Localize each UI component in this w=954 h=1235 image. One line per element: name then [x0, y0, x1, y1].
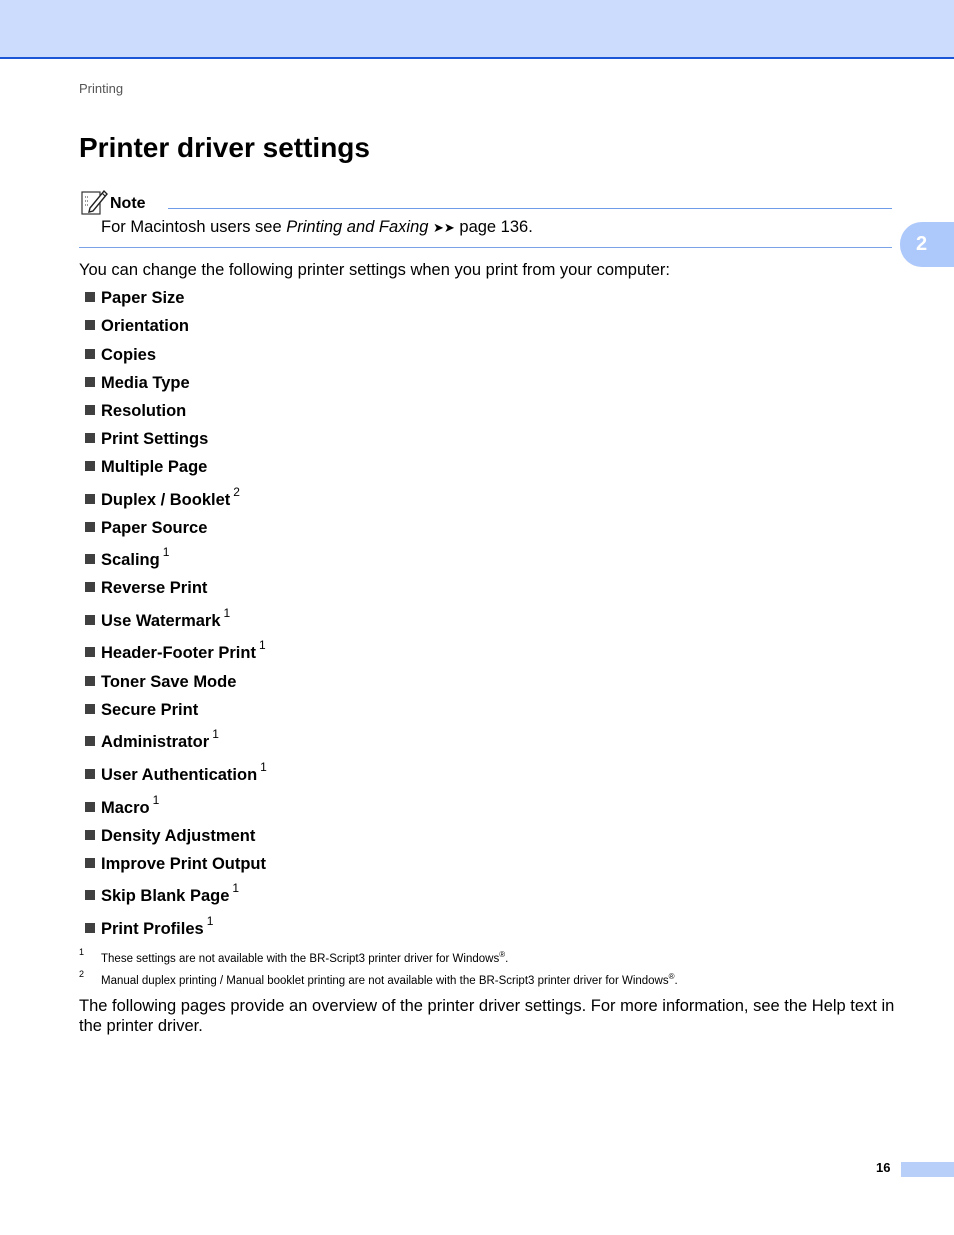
settings-list-item: Paper Source — [85, 519, 207, 538]
square-bullet-icon — [85, 433, 95, 443]
settings-list-item: Print Profiles 1 — [85, 915, 213, 939]
footnote-ref[interactable]: 1 — [224, 606, 231, 620]
footnote-ref[interactable]: 1 — [163, 545, 170, 559]
settings-list-item: Secure Print — [85, 701, 198, 720]
settings-list-item: Density Adjustment — [85, 827, 255, 846]
settings-list-item: Resolution — [85, 402, 186, 421]
note-label: Note — [110, 195, 146, 212]
page-number: 16 — [876, 1160, 891, 1175]
square-bullet-icon — [85, 858, 95, 868]
setting-label: Secure Print — [101, 701, 199, 719]
footnote-number: 2 — [79, 969, 85, 979]
square-bullet-icon — [85, 676, 95, 686]
settings-list-item: Improve Print Output — [85, 855, 266, 874]
chapter-tab: 2 — [900, 222, 954, 267]
footnote-ref[interactable]: 1 — [259, 638, 266, 652]
footnote-text: Manual duplex printing / Manual booklet … — [101, 972, 678, 987]
settings-list-item: Reverse Print — [85, 579, 207, 598]
settings-list-item: Orientation — [85, 317, 189, 336]
setting-label: Media Type — [101, 374, 190, 392]
settings-list-item: Multiple Page — [85, 458, 207, 477]
setting-label: Improve Print Output — [101, 855, 266, 873]
setting-label: Scaling — [101, 551, 160, 569]
setting-label: Duplex / Booklet — [101, 491, 231, 509]
square-bullet-icon — [85, 522, 95, 532]
setting-label: Resolution — [101, 402, 187, 420]
square-bullet-icon — [85, 802, 95, 812]
double-arrow-icon: ➤➤ — [433, 220, 455, 235]
setting-label: Density Adjustment — [101, 827, 256, 845]
registered-mark: ® — [668, 972, 675, 981]
setting-label: Print Profiles — [101, 920, 204, 938]
setting-label: Paper Size — [101, 289, 185, 307]
outro-paragraph: The following pages provide an overview … — [79, 997, 895, 1035]
note-link-printing-and-faxing[interactable]: Printing and Faxing — [286, 218, 428, 236]
settings-list-item: Skip Blank Page 1 — [85, 882, 239, 906]
settings-list-item: Header-Footer Print 1 — [85, 639, 266, 663]
square-bullet-icon — [85, 615, 95, 625]
square-bullet-icon — [85, 769, 95, 779]
note-pencil-icon — [81, 189, 108, 215]
intro-paragraph: You can change the following printer set… — [79, 261, 670, 279]
setting-label: Print Settings — [101, 430, 209, 448]
footnote-ref[interactable]: 2 — [233, 485, 240, 499]
square-bullet-icon — [85, 582, 95, 592]
registered-mark: ® — [499, 950, 506, 959]
running-head: Printing — [79, 81, 124, 96]
settings-list-item: User Authentication 1 — [85, 761, 267, 785]
setting-label: User Authentication — [101, 766, 258, 784]
setting-label: Header-Footer Print — [101, 644, 256, 662]
square-bullet-icon — [85, 405, 95, 415]
square-bullet-icon — [85, 704, 95, 714]
settings-list-item: Copies — [85, 346, 156, 365]
footnote-ref[interactable]: 1 — [232, 881, 239, 895]
note-page-ref: page 136. — [454, 218, 533, 236]
square-bullet-icon — [85, 736, 95, 746]
note-rule-top — [168, 208, 892, 209]
footer-band — [901, 1162, 954, 1177]
square-bullet-icon — [85, 494, 95, 504]
square-bullet-icon — [85, 320, 95, 330]
note-rule-bottom — [79, 247, 892, 248]
settings-list-item: Scaling 1 — [85, 546, 169, 570]
square-bullet-icon — [85, 377, 95, 387]
footnote-ref[interactable]: 1 — [207, 914, 214, 928]
square-bullet-icon — [85, 461, 95, 471]
settings-list-item: Paper Size — [85, 289, 184, 308]
setting-label: Use Watermark — [101, 612, 221, 630]
setting-label: Copies — [101, 346, 157, 364]
setting-label: Paper Source — [101, 519, 208, 537]
settings-list-item: Administrator 1 — [85, 728, 219, 752]
note-text-prefix: For Macintosh users see — [101, 218, 287, 236]
footnote-number: 1 — [79, 947, 85, 957]
footnote-ref[interactable]: 1 — [212, 727, 219, 741]
header-band — [0, 0, 954, 59]
square-bullet-icon — [85, 554, 95, 564]
settings-list-item: Toner Save Mode — [85, 673, 236, 692]
settings-list-item: Use Watermark 1 — [85, 607, 230, 631]
setting-label: Toner Save Mode — [101, 673, 237, 691]
square-bullet-icon — [85, 292, 95, 302]
footnote-ref[interactable]: 1 — [153, 793, 160, 807]
square-bullet-icon — [85, 647, 95, 657]
setting-label: Multiple Page — [101, 458, 208, 476]
setting-label: Macro — [101, 799, 150, 817]
page-title: Printer driver settings — [79, 132, 370, 163]
setting-label: Skip Blank Page — [101, 887, 230, 905]
chapter-number: 2 — [916, 233, 928, 255]
setting-label: Reverse Print — [101, 579, 208, 597]
footnote-text: These settings are not available with th… — [101, 950, 509, 965]
settings-list-item: Duplex / Booklet 2 — [85, 486, 240, 510]
footnote-ref[interactable]: 1 — [260, 760, 267, 774]
settings-list-item: Macro 1 — [85, 794, 159, 818]
square-bullet-icon — [85, 349, 95, 359]
square-bullet-icon — [85, 830, 95, 840]
square-bullet-icon — [85, 890, 95, 900]
note-text: For Macintosh users see Printing and Fax… — [101, 218, 533, 237]
square-bullet-icon — [85, 923, 95, 933]
settings-list-item: Media Type — [85, 374, 190, 393]
settings-list-item: Print Settings — [85, 430, 208, 449]
setting-label: Orientation — [101, 317, 190, 335]
setting-label: Administrator — [101, 733, 210, 751]
